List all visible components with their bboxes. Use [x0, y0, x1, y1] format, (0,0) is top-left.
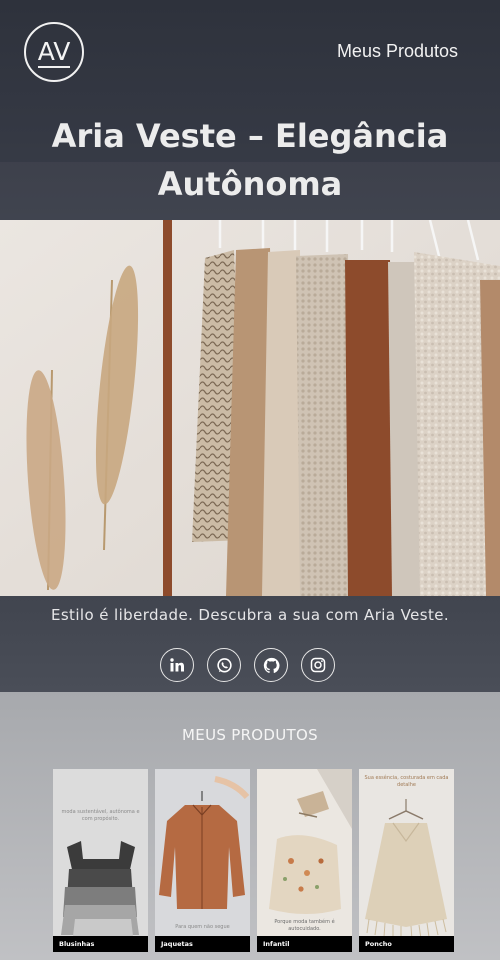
instagram-icon: [310, 657, 326, 673]
tagline-section: Estilo é liberdade. Descubra a sua com A…: [0, 596, 500, 692]
product-card-label: Poncho: [359, 936, 454, 952]
product-card-text: Para quem não segue: [175, 924, 230, 930]
product-card-label: Jaquetas: [155, 936, 250, 952]
products-title: MEUS PRODUTOS: [182, 726, 318, 744]
logo-text: AV: [37, 36, 71, 66]
product-image-poncho: [365, 799, 447, 941]
linkedin-icon: [170, 658, 184, 672]
page-title: Aria Veste – Elegância Autônoma: [51, 117, 449, 203]
linkedin-link[interactable]: [160, 648, 194, 682]
product-card-blusinhas[interactable]: moda sustentável, autônoma e com propósi…: [53, 769, 148, 952]
products-section: MEUS PRODUTOS moda sustentável, autônoma…: [0, 692, 500, 960]
product-card-text: Porque moda também é autocuidado.: [274, 919, 335, 932]
whatsapp-icon: [216, 657, 232, 672]
product-card-poncho[interactable]: Sua essência, costurada em cada detalhe …: [359, 769, 454, 952]
products-grid: moda sustentável, autônoma e com propósi…: [53, 769, 454, 952]
github-link[interactable]: [254, 648, 288, 682]
instagram-link[interactable]: [301, 648, 335, 682]
product-image-blusinhas: [61, 841, 139, 936]
hero-image: [0, 220, 500, 596]
page: AV Meus Produtos Aria Veste – Elegância …: [0, 0, 500, 960]
social-links: [160, 648, 335, 682]
product-card-label: Blusinhas: [53, 936, 148, 952]
site-header: AV Meus Produtos Aria Veste – Elegância …: [0, 0, 500, 220]
product-card-infantil[interactable]: Porque moda também é autocuidado. Infant…: [257, 769, 352, 952]
product-card-label: Infantil: [257, 936, 352, 952]
whatsapp-link[interactable]: [207, 648, 241, 682]
logo-link[interactable]: AV: [24, 22, 84, 82]
nav-link-meus-produtos[interactable]: Meus Produtos: [337, 41, 458, 62]
product-card-jaquetas[interactable]: Para quem não segue Jaquetas: [155, 769, 250, 952]
tagline: Estilo é liberdade. Descubra a sua com A…: [50, 606, 450, 624]
github-icon: [263, 657, 279, 673]
